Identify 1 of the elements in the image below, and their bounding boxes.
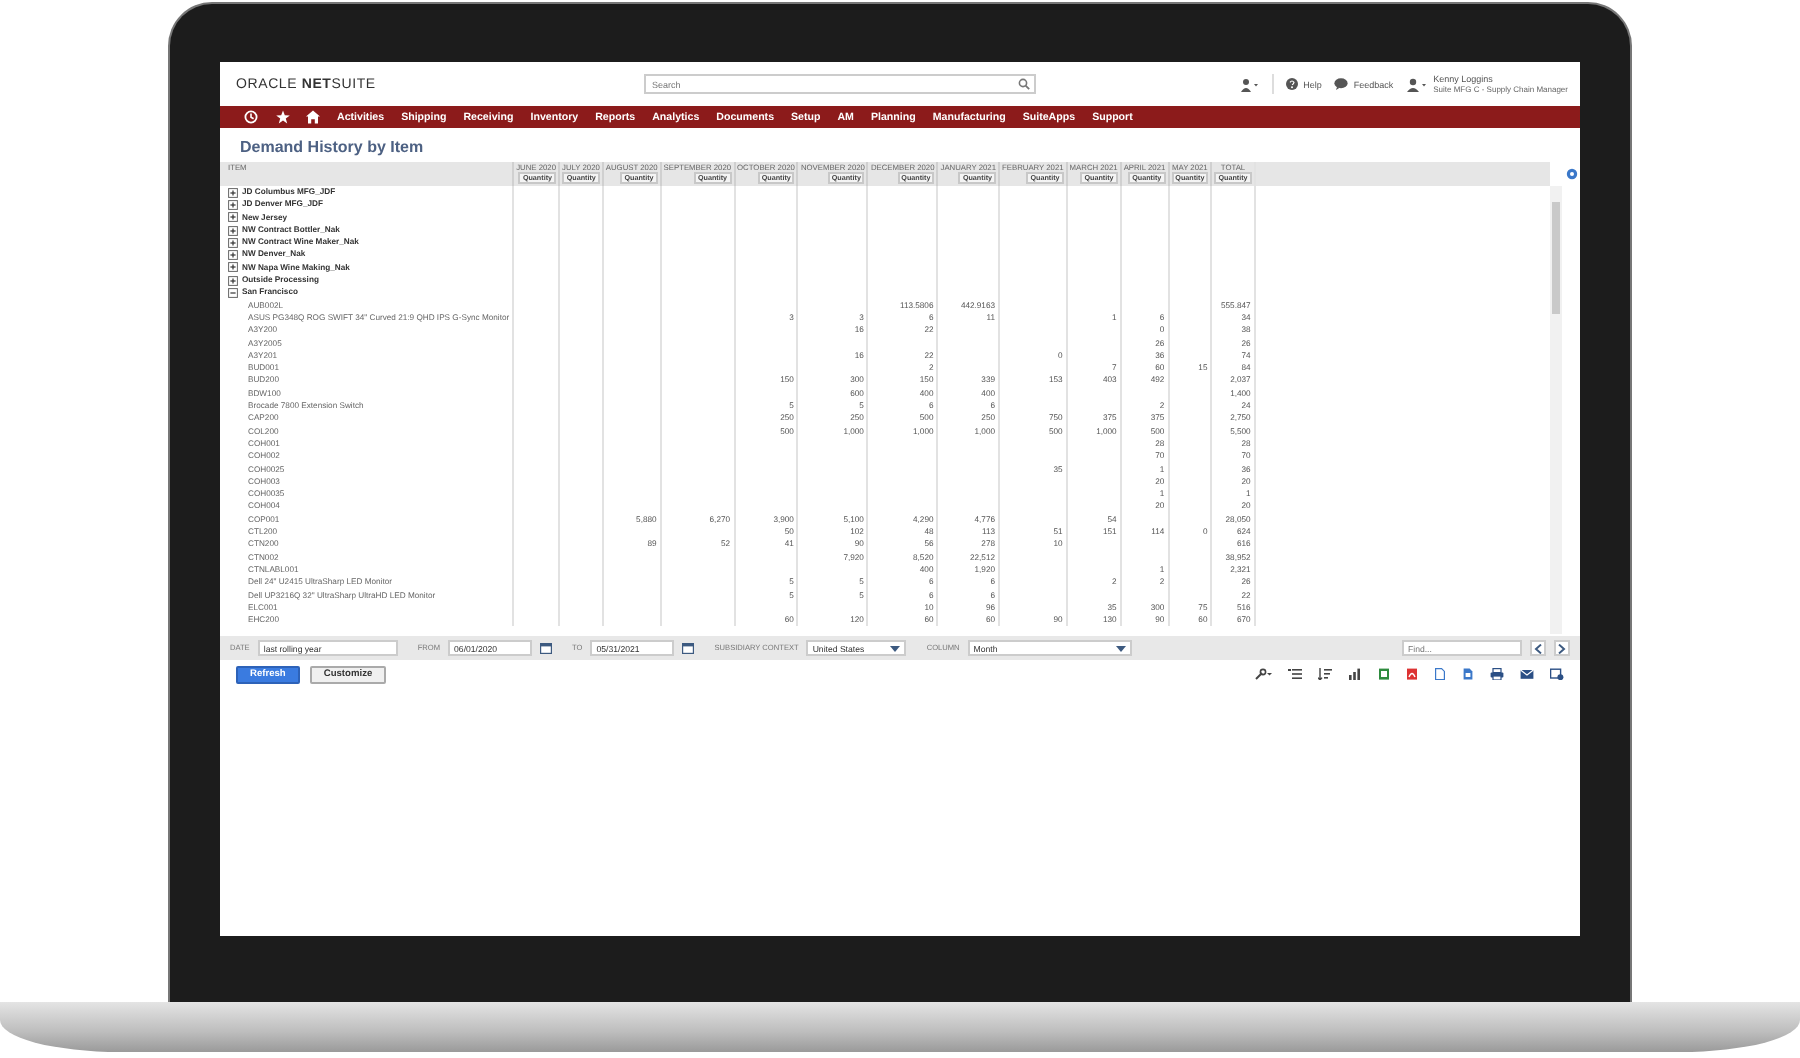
page-title: Demand History by Item: [238, 136, 426, 160]
